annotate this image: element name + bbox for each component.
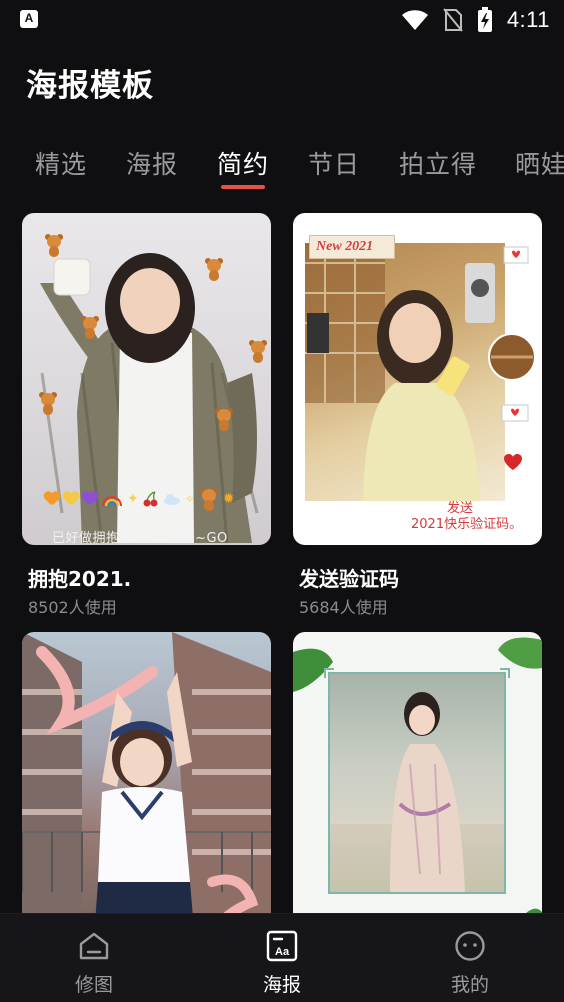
thumbnail-caption: 已好做拥抱2021的准备~GO xyxy=(52,531,228,545)
tab-label: 简约 xyxy=(217,150,270,179)
girl-at-window-illustration xyxy=(305,243,495,501)
envelope-heart-icon xyxy=(503,246,529,264)
template-thumbnail[interactable]: ✦ ✧ ✹ 已好做拥抱2021的准备~GO xyxy=(22,213,271,545)
tab-simple[interactable]: 简约 xyxy=(217,145,269,195)
page-title: 海报模板 xyxy=(26,68,154,104)
tab-polaroid[interactable]: 拍立得 xyxy=(399,145,477,195)
bear-sticker xyxy=(248,340,268,363)
tab-label: 节日 xyxy=(308,150,361,179)
sparkle-icon: ✧ xyxy=(184,492,195,506)
bottom-navigation: 修图 Aa 海报 我的 xyxy=(0,913,564,1002)
sparkle-icon: ✦ xyxy=(127,491,139,507)
template-usage-count: 5684人使用 xyxy=(299,598,388,617)
nav-label: 我的 xyxy=(450,974,489,996)
purple-heart-icon xyxy=(82,492,97,506)
yellow-heart-icon xyxy=(63,492,78,506)
template-name: 拥抱2021. xyxy=(28,567,132,591)
poster-templates-screen: A 4:11 海报模板 精选 海报 简约 节日 拍立得 晒娃 ✦ ✧ ✹ 已好做… xyxy=(0,0,564,1002)
no-sim-icon xyxy=(443,8,463,32)
bear-sticker xyxy=(38,392,58,415)
rainbow-icon xyxy=(102,496,122,507)
bear-sticker xyxy=(80,316,100,339)
tab-poster[interactable]: 海报 xyxy=(126,145,178,195)
template-usage-count: 8502人使用 xyxy=(28,598,117,617)
status-time: 4:11 xyxy=(506,7,550,32)
svg-text:Aa: Aa xyxy=(275,946,290,958)
tab-label: 海报 xyxy=(126,150,179,179)
sun-icon: ✹ xyxy=(222,491,235,507)
bear-sticker xyxy=(199,488,219,511)
tab-holiday[interactable]: 节日 xyxy=(308,145,360,195)
wifi-icon xyxy=(401,10,428,30)
bear-sticker xyxy=(214,408,234,431)
thumbnail-caption: 发送 2021快乐验证码。 xyxy=(411,501,522,533)
girl-in-hanfu-illustration xyxy=(330,692,504,892)
caption-line: 发送 xyxy=(447,501,474,516)
tab-label: 精选 xyxy=(35,150,88,179)
nav-item-edit-photo[interactable]: 修图 xyxy=(0,914,188,1002)
caption-line: 2021快乐验证码。 xyxy=(411,517,523,532)
template-card[interactable]: New 2021 发送 2021快乐验证码。 发送验证码 5684人使用 xyxy=(293,213,542,617)
tab-label: 拍立得 xyxy=(399,150,478,179)
template-card[interactable]: ✦ ✧ ✹ 已好做拥抱2021的准备~GO 拥抱2021. 8502人使用 xyxy=(22,213,271,617)
home-icon xyxy=(79,932,109,960)
template-name: 发送验证码 xyxy=(299,567,399,591)
frame-corner xyxy=(500,668,510,678)
cherry-icon xyxy=(143,491,158,507)
red-heart-icon xyxy=(504,454,522,470)
tab-label: 晒娃 xyxy=(515,150,564,179)
nav-label: 修图 xyxy=(74,974,113,996)
face-icon xyxy=(455,931,485,961)
battery-charging-icon xyxy=(477,7,492,32)
bear-sticker xyxy=(44,234,64,257)
nav-label: 海报 xyxy=(262,974,301,996)
template-thumbnail[interactable]: New 2021 发送 2021快乐验证码。 xyxy=(293,213,542,545)
round-photo-sticker xyxy=(488,333,536,381)
app-notification-icon: A xyxy=(20,10,38,28)
poster-aa-icon: Aa xyxy=(266,930,298,962)
cloud-icon xyxy=(163,494,180,505)
orange-heart-icon xyxy=(44,492,59,506)
category-tabs: 精选 海报 简约 节日 拍立得 晒娃 xyxy=(0,145,564,195)
envelope-heart-icon xyxy=(501,404,529,422)
bear-sticker xyxy=(204,258,224,281)
new-2021-badge: New 2021 xyxy=(309,235,395,259)
nav-item-poster[interactable]: Aa 海报 xyxy=(188,914,376,1002)
tab-featured[interactable]: 精选 xyxy=(35,145,87,195)
photo-frame xyxy=(305,243,505,501)
status-icons: 4:11 xyxy=(401,6,550,34)
tab-baby[interactable]: 晒娃 xyxy=(515,145,564,195)
photo-frame xyxy=(328,672,506,894)
frame-corner xyxy=(324,668,334,678)
nav-item-profile[interactable]: 我的 xyxy=(376,914,564,1002)
active-tab-indicator xyxy=(221,185,265,189)
emoji-sticker-row: ✦ ✧ ✹ xyxy=(44,488,264,511)
status-bar: A 4:11 xyxy=(0,0,564,40)
